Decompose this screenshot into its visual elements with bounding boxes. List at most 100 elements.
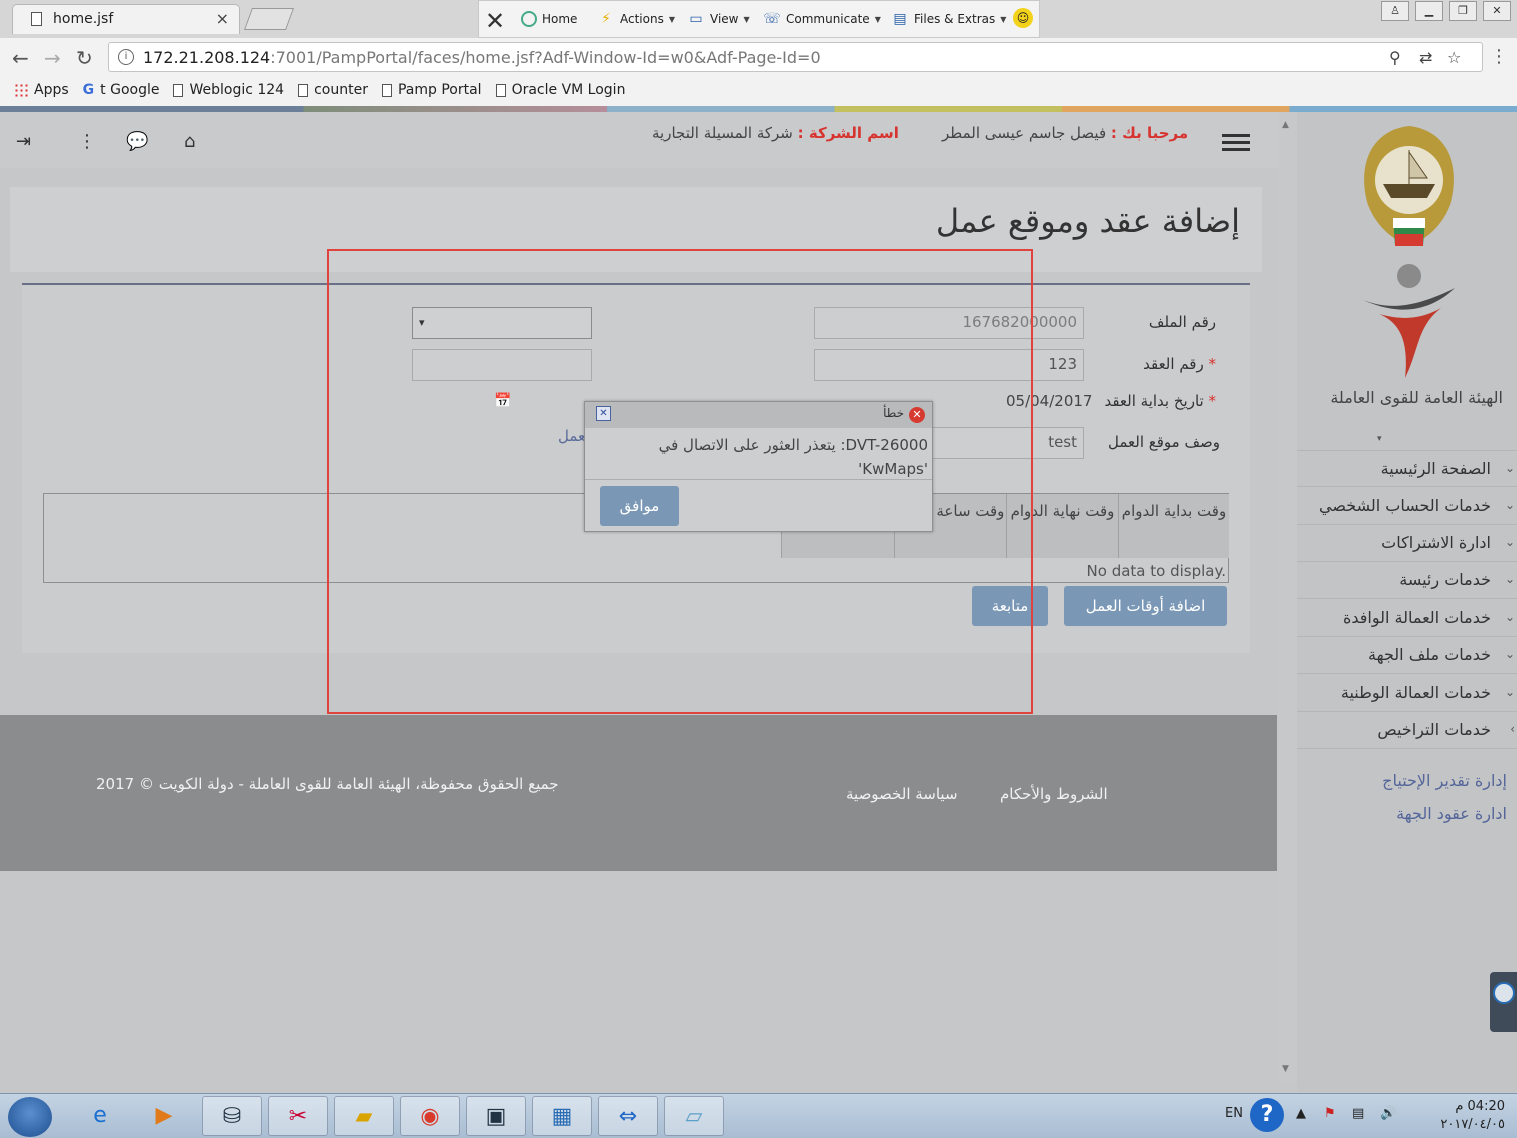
portal-page: ⇥ ⋮ 💬 ⌂ اسم الشركة : شركة المسيلة التجار… — [0, 112, 1517, 1092]
windows-taskbar: e ▶ ⛁ ✂ ▰ ◉ ▣ ▦ ⇔ ▱ EN ? ▲ ⚑ ▤ 🔊 04:20 م… — [0, 1093, 1517, 1138]
page-scrollbar[interactable]: ▲ ▼ — [1278, 112, 1297, 1082]
calendar-icon[interactable]: 📅 — [494, 393, 511, 409]
site-select[interactable]: ▾ — [412, 307, 592, 339]
teamviewer-taskbar-icon[interactable]: ⇔ — [598, 1096, 658, 1136]
notepad-icon[interactable]: ▱ — [664, 1096, 724, 1136]
back-arrow-icon[interactable]: ← — [12, 46, 29, 70]
page-title: إضافة عقد وموقع عمل — [935, 202, 1240, 240]
sidebar-item-personal-account[interactable]: خدمات الحساب الشخصي ⌄ — [1297, 488, 1517, 525]
folder-icon[interactable]: ▰ — [334, 1096, 394, 1136]
action-center-icon[interactable]: ⚑ — [1324, 1106, 1336, 1121]
terms-link[interactable]: الشروط والأحكام — [1000, 785, 1108, 803]
star-icon[interactable]: ☆ — [1447, 48, 1461, 67]
chevron-down-icon: ▼ — [1000, 14, 1007, 24]
sidebar: الهيئة العامة للقوى العاملة ▾ الصفحة الر… — [1297, 112, 1517, 1092]
start-date-value[interactable]: 05/04/2017 — [1006, 392, 1092, 410]
translate-icon[interactable]: ⇄ — [1419, 48, 1432, 67]
system-clock[interactable]: 04:20 م ٢٠١٧/٠٤/٠٥ — [1440, 1098, 1505, 1134]
secondary-input[interactable] — [412, 349, 592, 381]
smiley-icon[interactable]: ☺ — [1013, 8, 1033, 28]
sidebar-link-contracts[interactable]: ادارة عقود الجهة — [1396, 804, 1507, 823]
teamviewer-files-button[interactable]: ▤ Files & Extras ▼ — [891, 11, 1006, 27]
sidebar-item-entity-file[interactable]: خدمات ملف الجهة ⌄ — [1297, 637, 1517, 674]
bookmarks-bar: Apps Gt Google Weblogic 124 counter Pamp… — [0, 76, 1517, 106]
hamburger-menu-icon[interactable] — [1222, 130, 1250, 152]
sidebar-link-needs-assessment[interactable]: إدارة تقدير الإحتياج — [1382, 771, 1507, 790]
welcome-info: مرحبا بك : فيصل جاسم عيسى المطر — [942, 124, 1189, 142]
home-circle-icon — [521, 11, 537, 27]
logout-icon[interactable]: ⇥ — [16, 131, 31, 152]
media-player-icon[interactable]: ▶ — [134, 1096, 194, 1136]
chevron-down-icon: ⌄ — [1504, 610, 1515, 624]
page-icon — [298, 83, 309, 97]
teamviewer-actions-button[interactable]: ⚡ Actions ▼ — [597, 11, 675, 27]
contract-number-field[interactable]: 123 — [814, 349, 1084, 381]
start-button[interactable] — [8, 1097, 52, 1137]
minimize-button[interactable]: ▁ — [1415, 1, 1443, 21]
dialog-ok-button[interactable]: موافق — [600, 486, 679, 526]
new-tab-button[interactable] — [243, 8, 295, 30]
teamviewer-close-icon[interactable]: ✕ — [485, 7, 505, 35]
browser-tabstrip: home.jsf × ✕ Home ⚡ Actions ▼ ▭ View ▼ ☏ C… — [0, 0, 1517, 38]
volume-icon[interactable]: 🔊 — [1380, 1106, 1396, 1121]
reload-icon[interactable]: ↻ — [76, 46, 93, 70]
chevron-down-icon: ⌄ — [1504, 535, 1515, 549]
sidebar-item-home[interactable]: الصفحة الرئيسية ⌄ — [1297, 450, 1517, 487]
close-tab-icon[interactable]: × — [216, 9, 229, 28]
internet-explorer-icon[interactable]: e — [70, 1096, 130, 1136]
browser-tab[interactable]: home.jsf × — [12, 4, 240, 34]
teamviewer-view-button[interactable]: ▭ View ▼ — [687, 11, 749, 27]
restore-button[interactable]: ❐ — [1449, 1, 1477, 21]
bookmark-google[interactable]: Gt Google — [83, 76, 160, 104]
error-icon: ✕ — [909, 407, 925, 423]
bookmark-counter[interactable]: counter — [298, 76, 368, 104]
more-vertical-icon[interactable]: ⋮ — [78, 131, 96, 152]
add-work-hours-button[interactable]: اضافة أوقات العمل — [1064, 586, 1227, 626]
language-indicator[interactable]: EN — [1225, 1106, 1243, 1121]
menu-dots-icon[interactable]: ⋮ — [1490, 46, 1508, 67]
lightning-icon: ⚡ — [601, 11, 611, 27]
bookmark-apps[interactable]: Apps — [14, 76, 69, 104]
home-icon[interactable]: ⌂ — [184, 131, 195, 152]
scroll-up-icon[interactable]: ▲ — [1282, 120, 1289, 130]
bookmark-oracle-vm[interactable]: Oracle VM Login — [495, 76, 625, 104]
teamviewer-communicate-button[interactable]: ☏ Communicate ▼ — [763, 11, 881, 27]
help-icon[interactable]: ? — [1250, 1098, 1284, 1132]
privacy-link[interactable]: سياسة الخصوصية — [846, 785, 958, 803]
dialog-close-icon[interactable]: ✕ — [596, 406, 611, 421]
forward-arrow-icon[interactable]: → — [44, 46, 61, 70]
authority-figure-logo — [1363, 264, 1455, 378]
security-app-icon[interactable]: ▣ — [466, 1096, 526, 1136]
sidebar-item-licenses[interactable]: خدمات التراخيص ‹ — [1297, 712, 1517, 749]
database-icon[interactable]: ⛁ — [202, 1096, 262, 1136]
close-window-button[interactable]: ✕ — [1483, 1, 1511, 21]
monitor-icon: ▭ — [689, 11, 703, 27]
bookmark-weblogic[interactable]: Weblogic 124 — [173, 76, 284, 104]
remote-desktop-icon[interactable]: ▦ — [532, 1096, 592, 1136]
teamviewer-home-button[interactable]: Home — [521, 11, 577, 27]
scroll-down-icon[interactable]: ▼ — [1282, 1064, 1289, 1074]
sidebar-item-main-services[interactable]: خدمات رئيسة ⌄ — [1297, 562, 1517, 599]
chat-icon[interactable]: 💬 — [126, 131, 148, 152]
sidebar-item-subscriptions[interactable]: ادارة الاشتراكات ⌄ — [1297, 525, 1517, 562]
document-icon — [31, 12, 42, 26]
continue-button[interactable]: متابعة — [972, 586, 1048, 626]
url-input[interactable]: i 172.21.208.124:7001/PampPortal/faces/h… — [108, 42, 1483, 72]
info-icon[interactable]: i — [118, 49, 134, 65]
zoom-icon[interactable]: ⚲ — [1389, 48, 1401, 67]
bookmark-pamp-portal[interactable]: Pamp Portal — [381, 76, 482, 104]
snipping-tool-icon[interactable]: ✂ — [268, 1096, 328, 1136]
sidebar-item-expat-labor[interactable]: خدمات العمالة الوافدة ⌄ — [1297, 600, 1517, 637]
collapse-caret-icon[interactable]: ▾ — [1377, 434, 1382, 444]
teamviewer-float-handle[interactable] — [1490, 972, 1517, 1032]
footer: جميع الحقوق محفوظة، الهيئة العامة للقوى … — [0, 715, 1277, 871]
apps-grid-icon — [14, 83, 28, 97]
chevron-down-icon: ⌄ — [1504, 647, 1515, 661]
tray-expand-icon[interactable]: ▲ — [1296, 1106, 1306, 1121]
user-icon[interactable]: ♙ — [1381, 1, 1409, 21]
sidebar-item-national-labor[interactable]: خدمات العمالة الوطنية ⌄ — [1297, 675, 1517, 712]
file-number-field[interactable]: 167682000000 — [814, 307, 1084, 339]
network-icon[interactable]: ▤ — [1352, 1106, 1364, 1121]
dialog-message: DVT-26000: يتعذر العثور على الاتصال في '… — [658, 436, 928, 478]
chrome-icon[interactable]: ◉ — [400, 1096, 460, 1136]
